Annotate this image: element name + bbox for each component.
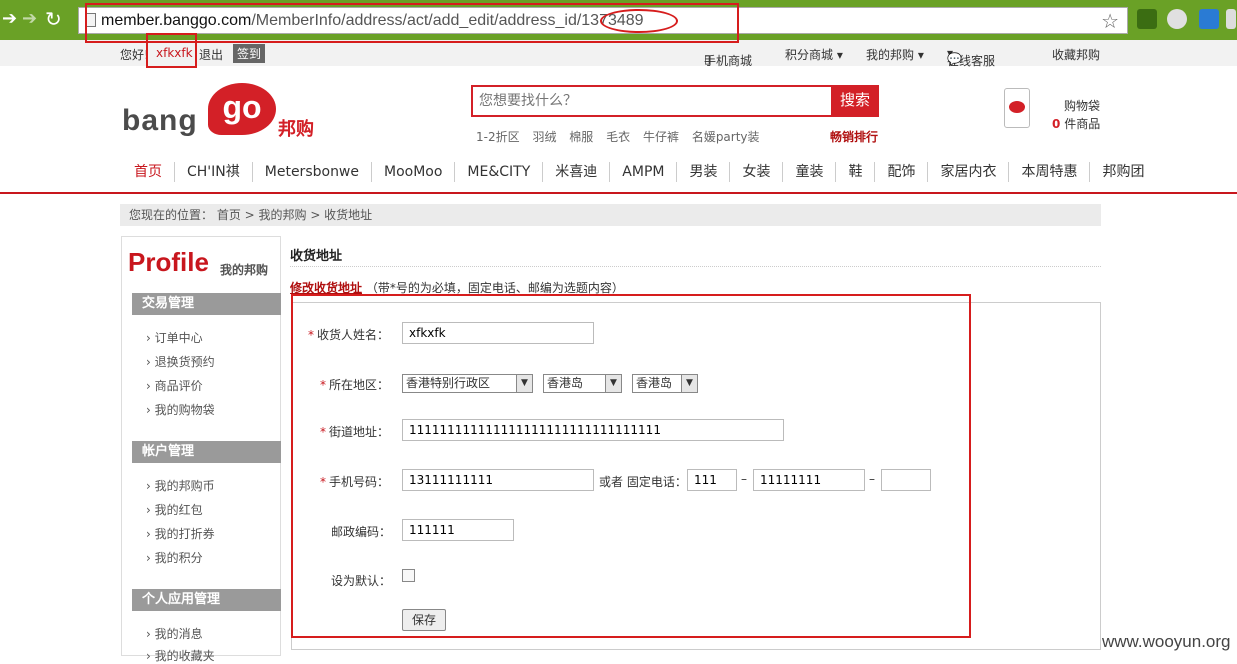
annotation-box-form: [291, 294, 971, 638]
sidebar-item-favorites[interactable]: › 我的收藏夹: [146, 647, 215, 664]
nav-item[interactable]: 配饰: [874, 162, 927, 182]
nav-item[interactable]: 男装: [676, 162, 729, 182]
nav-divider: [0, 192, 1237, 194]
cart-label[interactable]: 购物袋: [1064, 97, 1100, 114]
profile-subtitle: 我的邦购: [220, 263, 269, 277]
nav-item[interactable]: 童装: [782, 162, 835, 182]
search-box: [471, 85, 832, 117]
nav-item[interactable]: Metersbonwe: [251, 162, 371, 182]
sidebar: Profile 我的邦购 交易管理 › 订单中心 › 退换货预约 › 商品评价 …: [121, 236, 281, 663]
signin-button[interactable]: 签到: [233, 44, 266, 63]
logout-link[interactable]: 退出: [199, 46, 223, 63]
favorite-link[interactable]: 收藏邦购: [1052, 46, 1100, 63]
hot-link[interactable]: 羽绒: [532, 130, 556, 144]
sidebar-item-redpacket[interactable]: › 我的红包: [146, 501, 203, 518]
logo-text[interactable]: bang: [122, 104, 198, 138]
profile-title: Profile: [128, 247, 209, 277]
page-title: 收货地址: [290, 249, 343, 264]
sidebar-item-coupons[interactable]: › 我的打折券: [146, 525, 215, 542]
sidebar-item-orders[interactable]: › 订单中心: [146, 329, 203, 346]
logo-chinese: 邦购: [278, 119, 314, 140]
best-seller-link[interactable]: 畅销排行: [830, 128, 878, 145]
hot-search-links: 1-2折区 羽绒 棉服 毛衣 牛仔裤 名媛party装: [476, 128, 769, 145]
shopping-bag-icon[interactable]: [1004, 88, 1030, 128]
nav-item[interactable]: MooMoo: [371, 162, 454, 182]
main-nav: 首页 CH'IN祺 Metersbonwe MooMoo ME&CITY 米喜迪 AMPM 男…: [122, 162, 1156, 184]
annotation-ellipse-id: [600, 9, 678, 33]
star-icon[interactable]: ☆: [1101, 9, 1119, 33]
hot-link[interactable]: 毛衣: [606, 130, 630, 144]
search-input[interactable]: [473, 87, 832, 115]
hot-link[interactable]: 名媛party装: [692, 130, 760, 144]
sidebar-item-messages[interactable]: › 我的消息: [146, 625, 203, 642]
title-divider: [290, 266, 1101, 267]
my-banggo-link[interactable]: 我的邦购 ▾: [866, 46, 924, 63]
sidebar-item-points[interactable]: › 我的积分: [146, 549, 203, 566]
screen-extension-icon[interactable]: [1199, 9, 1219, 29]
nav-item[interactable]: AMPM: [609, 162, 676, 182]
nav-item[interactable]: CH'IN祺: [174, 162, 252, 182]
online-service-link[interactable]: 在线客服 💬 ▾: [947, 46, 995, 68]
forward-arrow-icon[interactable]: ➔: [22, 9, 37, 29]
annotation-box-username: [146, 33, 197, 68]
sidebar-section-trade: 交易管理: [132, 293, 281, 315]
watermark: www.wooyun.org: [1102, 632, 1231, 651]
points-mall-link[interactable]: 积分商城 ▾: [785, 46, 843, 63]
menu-extension-icon[interactable]: [1226, 9, 1236, 29]
nav-item[interactable]: ME&CITY: [454, 162, 542, 182]
sidebar-item-coins[interactable]: › 我的邦购币: [146, 477, 215, 494]
sidebar-section-personal: 个人应用管理: [132, 589, 281, 611]
breadcrumb: 您现在的位置： 首页 > 我的邦购 > 收货地址: [120, 204, 1101, 226]
sidebar-section-account: 帐户管理: [132, 441, 281, 463]
hot-link[interactable]: 1-2折区: [476, 130, 520, 144]
nav-item[interactable]: 邦购团: [1089, 162, 1156, 182]
nav-item[interactable]: 米喜迪: [542, 162, 609, 182]
nav-item[interactable]: 本周特惠: [1008, 162, 1089, 182]
nav-item-home[interactable]: 首页: [122, 162, 174, 182]
chat-bubble-icon: 💬: [947, 52, 962, 66]
search-button[interactable]: 搜索: [831, 85, 879, 117]
hot-link[interactable]: 棉服: [569, 130, 593, 144]
nav-item[interactable]: 家居内衣: [927, 162, 1008, 182]
nav-item[interactable]: 鞋: [835, 162, 874, 182]
sidebar-item-returns[interactable]: › 退换货预约: [146, 353, 215, 370]
hot-link[interactable]: 牛仔裤: [643, 130, 679, 144]
nav-item[interactable]: 女装: [729, 162, 782, 182]
pen-extension-icon[interactable]: [1137, 9, 1157, 29]
back-arrow-icon[interactable]: ➔: [2, 9, 17, 29]
cart-count[interactable]: 0 件商品: [1052, 115, 1100, 132]
logo-badge[interactable]: go: [208, 83, 276, 135]
reload-icon[interactable]: ↻: [45, 9, 62, 29]
greeting-text: 您好!: [120, 48, 149, 62]
sidebar-item-bag[interactable]: › 我的购物袋: [146, 401, 215, 418]
android-extension-icon[interactable]: [1167, 9, 1187, 29]
sidebar-item-reviews[interactable]: › 商品评价: [146, 377, 203, 394]
